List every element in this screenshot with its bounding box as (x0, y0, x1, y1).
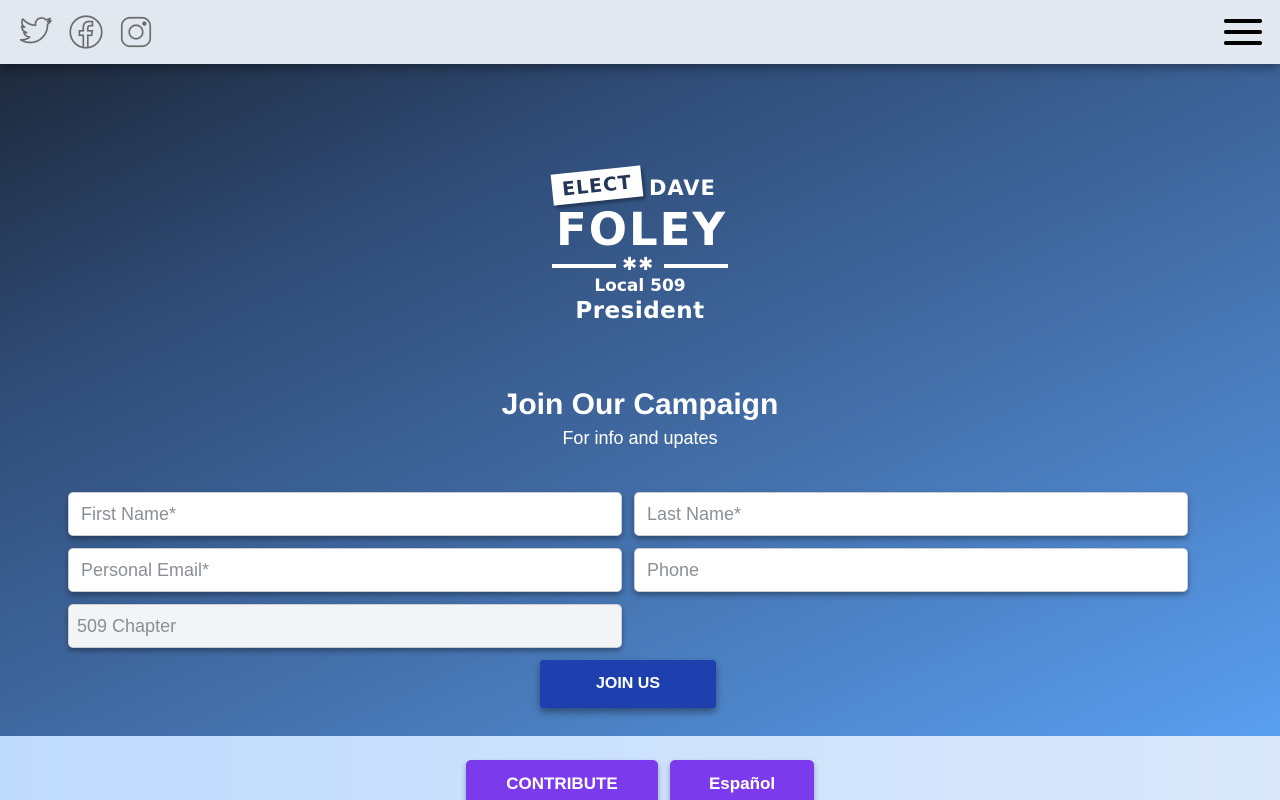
logo-office: President (575, 298, 705, 324)
menu-line (1224, 41, 1262, 45)
elect-tag: ELECT (550, 165, 644, 206)
phone-input[interactable] (634, 548, 1188, 592)
join-us-button[interactable]: JOIN US (540, 660, 716, 708)
logo-divider-right (664, 264, 728, 268)
contribute-button[interactable]: CONTRIBUTE (466, 760, 658, 800)
twitter-icon (19, 17, 52, 44)
twitter-link[interactable] (18, 14, 54, 50)
logo-divider-left (552, 264, 616, 268)
join-subtitle: For info and upates (562, 428, 718, 448)
last-name-input[interactable] (634, 492, 1188, 536)
facebook-link[interactable] (68, 14, 104, 50)
top-navbar (0, 0, 1280, 64)
espanol-button[interactable]: Español (670, 760, 814, 800)
instagram-icon (120, 16, 152, 48)
instagram-link[interactable] (118, 14, 154, 50)
footer-band: CONTRIBUTE Español (0, 736, 1280, 800)
logo-first-name: DAVE (649, 176, 716, 200)
logo-local: Local 509 (594, 276, 686, 296)
email-input[interactable] (68, 548, 622, 592)
first-name-input[interactable] (68, 492, 622, 536)
menu-line (1224, 30, 1262, 34)
chapter-input[interactable] (68, 604, 622, 648)
logo-last-name: FOLEY (556, 203, 727, 256)
menu-line (1224, 19, 1262, 23)
campaign-logo: ELECT DAVE FOLEY ✱✱ Local 509 President (548, 164, 734, 334)
logo-stars: ✱✱ (622, 254, 655, 274)
join-title: Join Our Campaign (501, 388, 779, 421)
facebook-icon (69, 15, 103, 49)
social-links (18, 14, 154, 50)
hero-section: ELECT DAVE FOLEY ✱✱ Local 509 President … (0, 64, 1280, 736)
hamburger-menu-icon[interactable] (1224, 16, 1262, 48)
